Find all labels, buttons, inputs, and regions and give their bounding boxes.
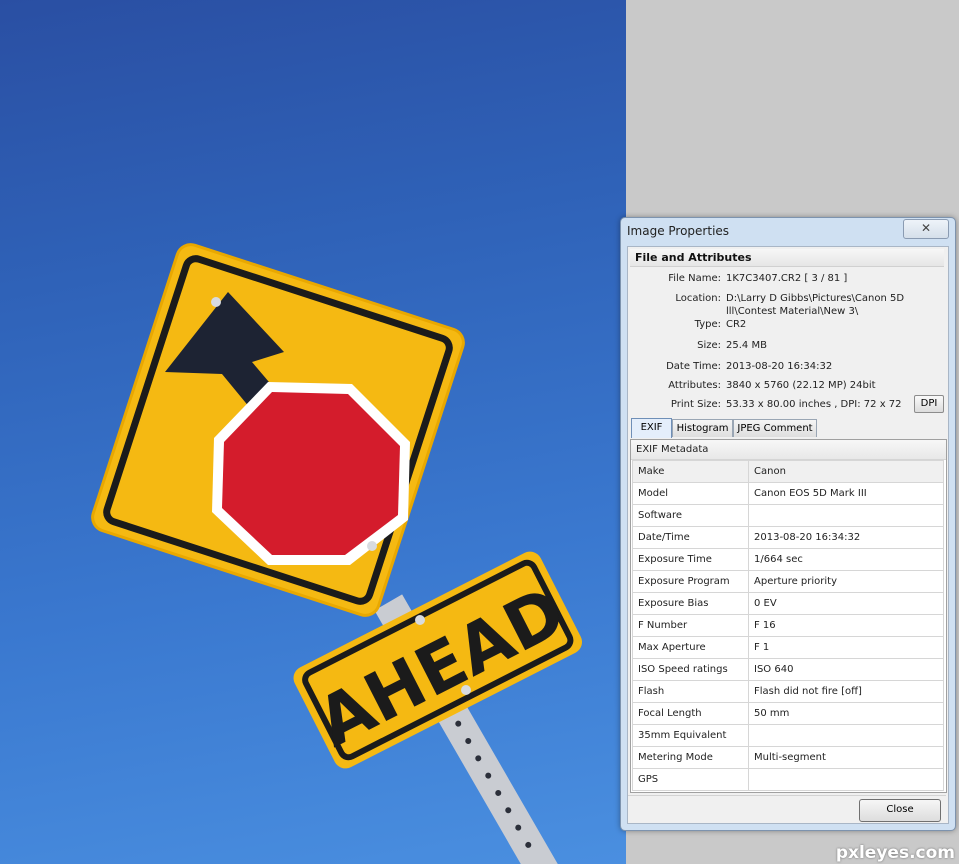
tab-jpeg-comment[interactable]: JPEG Comment <box>733 419 817 437</box>
table-row[interactable]: Flash Flash did not fire [off] <box>632 680 944 703</box>
table-row[interactable]: Exposure Program Aperture priority <box>632 570 944 593</box>
date-time-label: Date Time: <box>666 361 721 372</box>
exif-key: Software <box>632 504 749 527</box>
date-time-value: 2013-08-20 16:34:32 <box>726 361 833 372</box>
table-row[interactable]: Max Aperture F 1 <box>632 636 944 659</box>
print-size-label: Print Size: <box>670 399 721 410</box>
size-label: Size: <box>697 340 721 351</box>
exif-value: 2013-08-20 16:34:32 <box>748 526 944 549</box>
table-row[interactable]: Model Canon EOS 5D Mark III <box>632 482 944 505</box>
location-value-line2: lll\Contest Material\New 3\ <box>726 306 859 317</box>
location-label: Location: <box>675 293 721 304</box>
exif-value: Canon <box>748 460 944 483</box>
exif-key: F Number <box>632 614 749 637</box>
exif-key: Make <box>632 460 749 483</box>
exif-key: Focal Length <box>632 702 749 725</box>
dialog-footer: Close <box>628 795 946 824</box>
exif-metadata-panel[interactable]: EXIF Metadata Make Canon Model Canon EOS 5D… <box>630 439 947 793</box>
type-value: CR2 <box>726 319 747 330</box>
table-row[interactable]: Metering Mode Multi-segment <box>632 746 944 769</box>
table-row[interactable]: Exposure Time 1/664 sec <box>632 548 944 571</box>
close-button[interactable]: Close <box>859 799 941 822</box>
exif-key: Exposure Time <box>632 548 749 571</box>
exif-value: Canon EOS 5D Mark III <box>748 482 944 505</box>
exif-metadata-header: EXIF Metadata <box>631 440 946 460</box>
road-sign-photo: AHEAD <box>91 243 583 864</box>
dialog-client: File and Attributes File Name: 1K7C3407.… <box>627 246 949 824</box>
file-name-value: 1K7C3407.CR2 [ 3 / 81 ] <box>726 273 848 284</box>
exif-key: Max Aperture <box>632 636 749 659</box>
table-row[interactable]: Software <box>632 504 944 527</box>
exif-value: Flash did not fire [off] <box>748 680 944 703</box>
exif-value: 50 mm <box>748 702 944 725</box>
exif-value: Aperture priority <box>748 570 944 593</box>
exif-key: 35mm Equivalent <box>632 724 749 747</box>
table-row[interactable]: Exposure Bias 0 EV <box>632 592 944 615</box>
exif-value: Multi-segment <box>748 746 944 769</box>
table-row[interactable]: ISO Speed ratings ISO 640 <box>632 658 944 681</box>
file-attributes-header: File and Attributes <box>630 249 944 267</box>
exif-value: ISO 640 <box>748 658 944 681</box>
exif-key: Flash <box>632 680 749 703</box>
dialog-title: Image Properties <box>627 224 730 238</box>
table-row[interactable]: Date/Time 2013-08-20 16:34:32 <box>632 526 944 549</box>
photo-image: AHEAD <box>0 0 626 864</box>
table-row[interactable]: 35mm Equivalent <box>632 724 944 747</box>
exif-value: 1/664 sec <box>748 548 944 571</box>
exif-value: F 1 <box>748 636 944 659</box>
exif-key: ISO Speed ratings <box>632 658 749 681</box>
file-name-label: File Name: <box>668 273 721 284</box>
exif-value <box>748 768 944 791</box>
exif-key: Model <box>632 482 749 505</box>
attributes-label: Attributes: <box>668 380 721 391</box>
exif-key: Exposure Bias <box>632 592 749 615</box>
table-row[interactable]: GPS <box>632 768 944 791</box>
exif-key: Date/Time <box>632 526 749 549</box>
close-icon[interactable]: ✕ <box>903 219 949 239</box>
type-label: Type: <box>694 319 721 330</box>
watermark: pxleyes.com <box>835 843 955 863</box>
table-row[interactable]: Focal Length 50 mm <box>632 702 944 725</box>
exif-key: GPS <box>632 768 749 791</box>
exif-value: 0 EV <box>748 592 944 615</box>
table-row[interactable]: F Number F 16 <box>632 614 944 637</box>
exif-value <box>748 504 944 527</box>
size-value: 25.4 MB <box>726 340 767 351</box>
exif-value <box>748 724 944 747</box>
tab-exif[interactable]: EXIF <box>631 418 672 438</box>
attributes-value: 3840 x 5760 (22.12 MP) 24bit <box>726 380 876 391</box>
print-size-value: 53.33 x 80.00 inches , DPI: 72 x 72 <box>726 399 902 410</box>
table-row[interactable]: Make Canon <box>632 460 944 483</box>
dpi-button[interactable]: DPI <box>914 395 944 413</box>
tab-histogram[interactable]: Histogram <box>672 419 733 437</box>
location-value: D:\Larry D Gibbs\Pictures\Canon 5D <box>726 293 905 304</box>
exif-key: Metering Mode <box>632 746 749 769</box>
image-properties-dialog: Image Properties ✕ File and Attributes F… <box>620 217 956 831</box>
exif-table: Make Canon Model Canon EOS 5D Mark III Softw… <box>632 460 944 791</box>
exif-value: F 16 <box>748 614 944 637</box>
exif-key: Exposure Program <box>632 570 749 593</box>
